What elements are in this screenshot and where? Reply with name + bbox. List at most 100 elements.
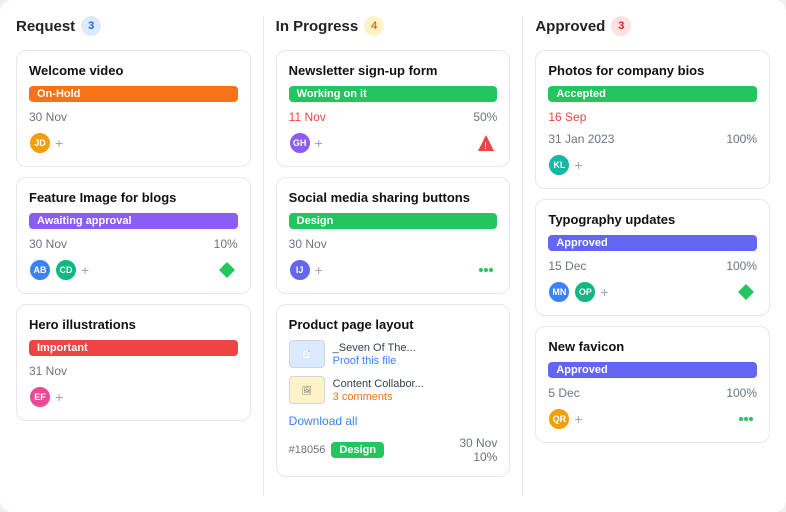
column-badge: 3 (611, 16, 631, 36)
card-meta: 11 Nov 50% (289, 110, 498, 124)
card-percent: 100% (726, 132, 757, 146)
card-meta: 15 Dec 100% (548, 259, 757, 273)
card-title: Photos for company bios (548, 63, 757, 78)
file-thumbnail: 🖼 (289, 376, 325, 404)
avatar-icon-row: ABCD+ (29, 259, 238, 281)
avatar-group: EF+ (29, 386, 63, 408)
column-divider (263, 16, 264, 496)
card-bottom-meta: #18056Design 30 Nov10% (289, 436, 498, 464)
file-info: _Seven Of The...Proof this file (333, 342, 416, 367)
file-action[interactable]: 3 comments (333, 391, 424, 403)
download-all-link[interactable]: Download all (289, 414, 498, 428)
add-avatar-button[interactable]: + (315, 135, 323, 151)
card-date: 11 Nov (289, 110, 326, 124)
avatar-icon-row: IJ+ (289, 259, 498, 281)
avatar-group: IJ+ (289, 259, 323, 281)
card-date: 30 Nov (459, 436, 497, 450)
card-meta: 31 Nov (29, 364, 238, 378)
column-divider (522, 16, 523, 496)
card-percent: 10% (214, 237, 238, 251)
dots-green-icon (475, 259, 497, 281)
avatar: JD (29, 132, 51, 154)
avatar-icon-row: QR+ (548, 408, 757, 430)
column-title: Approved (535, 18, 605, 35)
card: Typography updates Approved 15 Dec 100% MNOP… (535, 199, 770, 316)
file-info: Content Collabor...3 comments (333, 378, 424, 403)
add-avatar-button[interactable]: + (55, 135, 63, 151)
diamond-green-icon (216, 259, 238, 281)
warning-red-icon: ! (475, 132, 497, 154)
avatar: QR (548, 408, 570, 430)
card-percent: 100% (726, 259, 757, 273)
add-avatar-button[interactable]: + (574, 411, 582, 427)
diamond-green-icon (735, 281, 757, 303)
card-date: 30 Nov (29, 237, 67, 251)
card-title: Social media sharing buttons (289, 190, 498, 205)
add-avatar-button[interactable]: + (574, 157, 582, 173)
card-date-primary: 16 Sep (548, 110, 757, 124)
card: Feature Image for blogsAwaiting approval… (16, 177, 251, 294)
card-tag: Working on it (289, 86, 498, 102)
card-tag: Awaiting approval (29, 213, 238, 229)
add-avatar-button[interactable]: + (81, 262, 89, 278)
card-tag: On-Hold (29, 86, 238, 102)
card-tag: Approved (548, 362, 757, 378)
file-action[interactable]: Proof this file (333, 355, 416, 367)
card-date-secondary: 31 Jan 2023 (548, 132, 614, 146)
card-title: Hero illustrations (29, 317, 238, 332)
card-meta: 5 Dec 100% (548, 386, 757, 400)
avatar-row: KL+ (548, 154, 757, 176)
card-title: Typography updates (548, 212, 757, 227)
column-badge: 3 (81, 16, 101, 36)
column-approved: Approved 3 Photos for company bios Accepted… (535, 16, 770, 496)
avatar-group: QR+ (548, 408, 582, 430)
card-meta: 30 Nov (289, 237, 498, 251)
card: Newsletter sign-up formWorking on it11 N… (276, 50, 511, 167)
column-header-request: Request 3 (16, 16, 251, 36)
card-tag: Design (289, 213, 498, 229)
kanban-board: Request3Welcome videoOn-Hold30 NovJD+Fea… (0, 0, 786, 512)
card-date: 5 Dec (548, 386, 579, 400)
avatar-icon-row: MNOP+ (548, 281, 757, 303)
card-title: New favicon (548, 339, 757, 354)
card-percent: 100% (726, 386, 757, 400)
avatar: IJ (289, 259, 311, 281)
avatar: CD (55, 259, 77, 281)
card-id: #18056 (289, 444, 326, 456)
card-id-tag-group: #18056Design (289, 442, 384, 458)
avatar: MN (548, 281, 570, 303)
avatar-icon-row: EF+ (29, 386, 238, 408)
column-request: Request3Welcome videoOn-Hold30 NovJD+Fea… (16, 16, 251, 496)
card-meta: 31 Jan 2023 100% (548, 132, 757, 146)
svg-text:!: ! (485, 141, 488, 151)
card-tag: Accepted (548, 86, 757, 102)
column-title: In Progress (276, 18, 359, 35)
file-item: 📄_Seven Of The...Proof this file (289, 340, 498, 368)
column-title: Request (16, 18, 75, 35)
avatar-group: ABCD+ (29, 259, 89, 281)
card-percent: 10% (473, 450, 497, 464)
avatar-icon-row: JD+ (29, 132, 238, 154)
card-percent: 50% (473, 110, 497, 124)
file-name: _Seven Of The... (333, 342, 416, 354)
card-title: Product page layout (289, 317, 498, 332)
add-avatar-button[interactable]: + (315, 262, 323, 278)
avatar-group: MNOP+ (548, 281, 608, 303)
add-avatar-button[interactable]: + (55, 389, 63, 405)
card-meta: 30 Nov (29, 110, 238, 124)
file-item: 🖼 Content Collabor...3 comments (289, 376, 498, 404)
avatar: AB (29, 259, 51, 281)
column-header-approved: Approved 3 (535, 16, 770, 36)
avatar: GH (289, 132, 311, 154)
column-inprogress: In Progress 4 Newsletter sign-up formWorki… (276, 16, 511, 496)
avatar-group: GH+ (289, 132, 323, 154)
add-avatar-button[interactable]: + (600, 284, 608, 300)
card-tag: Approved (548, 235, 757, 251)
card-date: 15 Dec (548, 259, 586, 273)
avatar: KL (548, 154, 570, 176)
card-date: 30 Nov (289, 237, 327, 251)
card: Product page layout 📄_Seven Of The...Proo… (276, 304, 511, 477)
card-meta: 30 Nov 10% (29, 237, 238, 251)
card-date: 30 Nov (29, 110, 67, 124)
column-badge: 4 (364, 16, 384, 36)
